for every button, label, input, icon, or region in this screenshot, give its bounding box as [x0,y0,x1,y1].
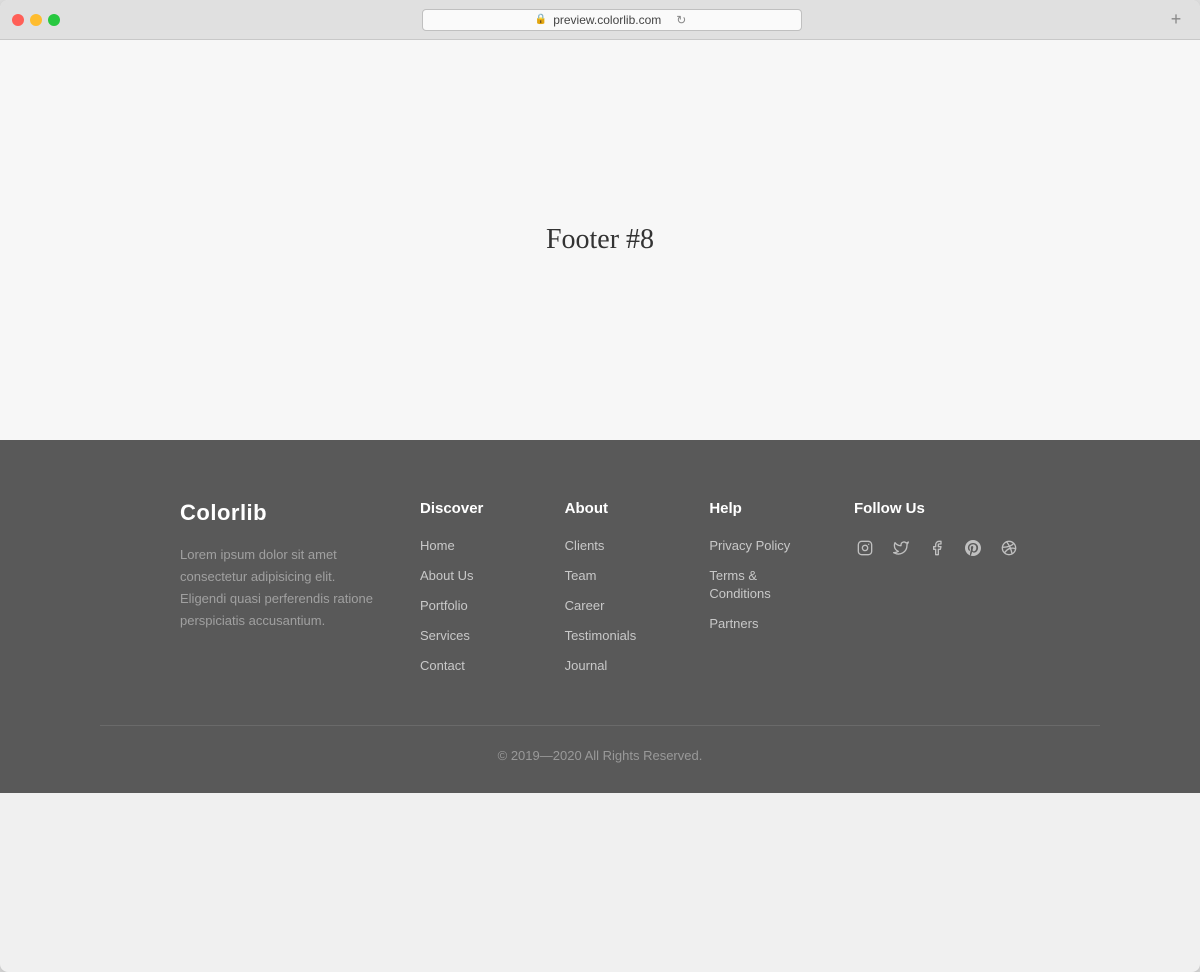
close-button[interactable] [12,14,24,26]
list-item: Journal [565,657,670,675]
discover-contact-link[interactable]: Contact [420,658,465,673]
footer-bottom: © 2019—2020 All Rights Reserved. [0,726,1200,793]
discover-title: Discover [420,500,525,517]
dribbble-icon[interactable] [998,537,1020,559]
list-item: Portfolio [420,597,525,615]
pinterest-icon[interactable] [962,537,984,559]
social-icons [854,537,1020,559]
footer-col-follow: Follow Us [854,500,1020,675]
about-journal-link[interactable]: Journal [565,658,608,673]
discover-portfolio-link[interactable]: Portfolio [420,598,468,613]
help-title: Help [709,500,814,517]
list-item: Privacy Policy [709,537,814,555]
minimize-button[interactable] [30,14,42,26]
about-career-link[interactable]: Career [565,598,605,613]
about-clients-link[interactable]: Clients [565,538,605,553]
main-area: Footer #8 [0,40,1200,440]
follow-title: Follow Us [854,500,1020,517]
discover-services-link[interactable]: Services [420,628,470,643]
footer: Colorlib Lorem ipsum dolor sit amet cons… [0,440,1200,793]
discover-home-link[interactable]: Home [420,538,455,553]
discover-links: Home About Us Portfolio Services Contact [420,537,525,675]
list-item: Career [565,597,670,615]
footer-inner: Colorlib Lorem ipsum dolor sit amet cons… [100,500,1100,675]
list-item: Team [565,567,670,585]
about-links: Clients Team Career Testimonials Journal [565,537,670,675]
list-item: Terms & Conditions [709,567,814,603]
page-title: Footer #8 [546,224,654,256]
about-title: About [565,500,670,517]
brand-name: Colorlib [180,500,380,526]
twitter-icon[interactable] [890,537,912,559]
footer-col-help: Help Privacy Policy Terms & Conditions P… [709,500,814,675]
list-item: Services [420,627,525,645]
help-terms-link[interactable]: Terms & Conditions [709,568,770,601]
traffic-lights [12,14,60,26]
address-bar: 🔒 preview.colorlib.com ↻ [68,9,1156,31]
new-tab-button[interactable]: + [1164,8,1188,32]
footer-col-about: About Clients Team Career Testimonials J… [565,500,670,675]
help-partners-link[interactable]: Partners [709,616,758,631]
facebook-icon[interactable] [926,537,948,559]
help-privacy-link[interactable]: Privacy Policy [709,538,790,553]
discover-aboutus-link[interactable]: About Us [420,568,473,583]
about-team-link[interactable]: Team [565,568,597,583]
browser-window: 🔒 preview.colorlib.com ↻ + Footer #8 Col… [0,0,1200,972]
browser-titlebar: 🔒 preview.colorlib.com ↻ + [0,0,1200,40]
instagram-icon[interactable] [854,537,876,559]
about-testimonials-link[interactable]: Testimonials [565,628,637,643]
help-links: Privacy Policy Terms & Conditions Partne… [709,537,814,633]
url-text: preview.colorlib.com [553,13,661,27]
list-item: About Us [420,567,525,585]
list-item: Contact [420,657,525,675]
browser-content: Footer #8 Colorlib Lorem ipsum dolor sit… [0,40,1200,793]
maximize-button[interactable] [48,14,60,26]
url-input[interactable]: 🔒 preview.colorlib.com ↻ [422,9,802,31]
copyright-text: © 2019—2020 All Rights Reserved. [498,748,703,763]
lock-icon: 🔒 [535,14,547,25]
reload-button[interactable]: ↻ [673,12,689,28]
list-item: Partners [709,615,814,633]
list-item: Home [420,537,525,555]
brand-description: Lorem ipsum dolor sit amet consectetur a… [180,544,380,632]
list-item: Clients [565,537,670,555]
footer-col-discover: Discover Home About Us Portfolio Service… [420,500,525,675]
list-item: Testimonials [565,627,670,645]
footer-brand: Colorlib Lorem ipsum dolor sit amet cons… [180,500,380,675]
